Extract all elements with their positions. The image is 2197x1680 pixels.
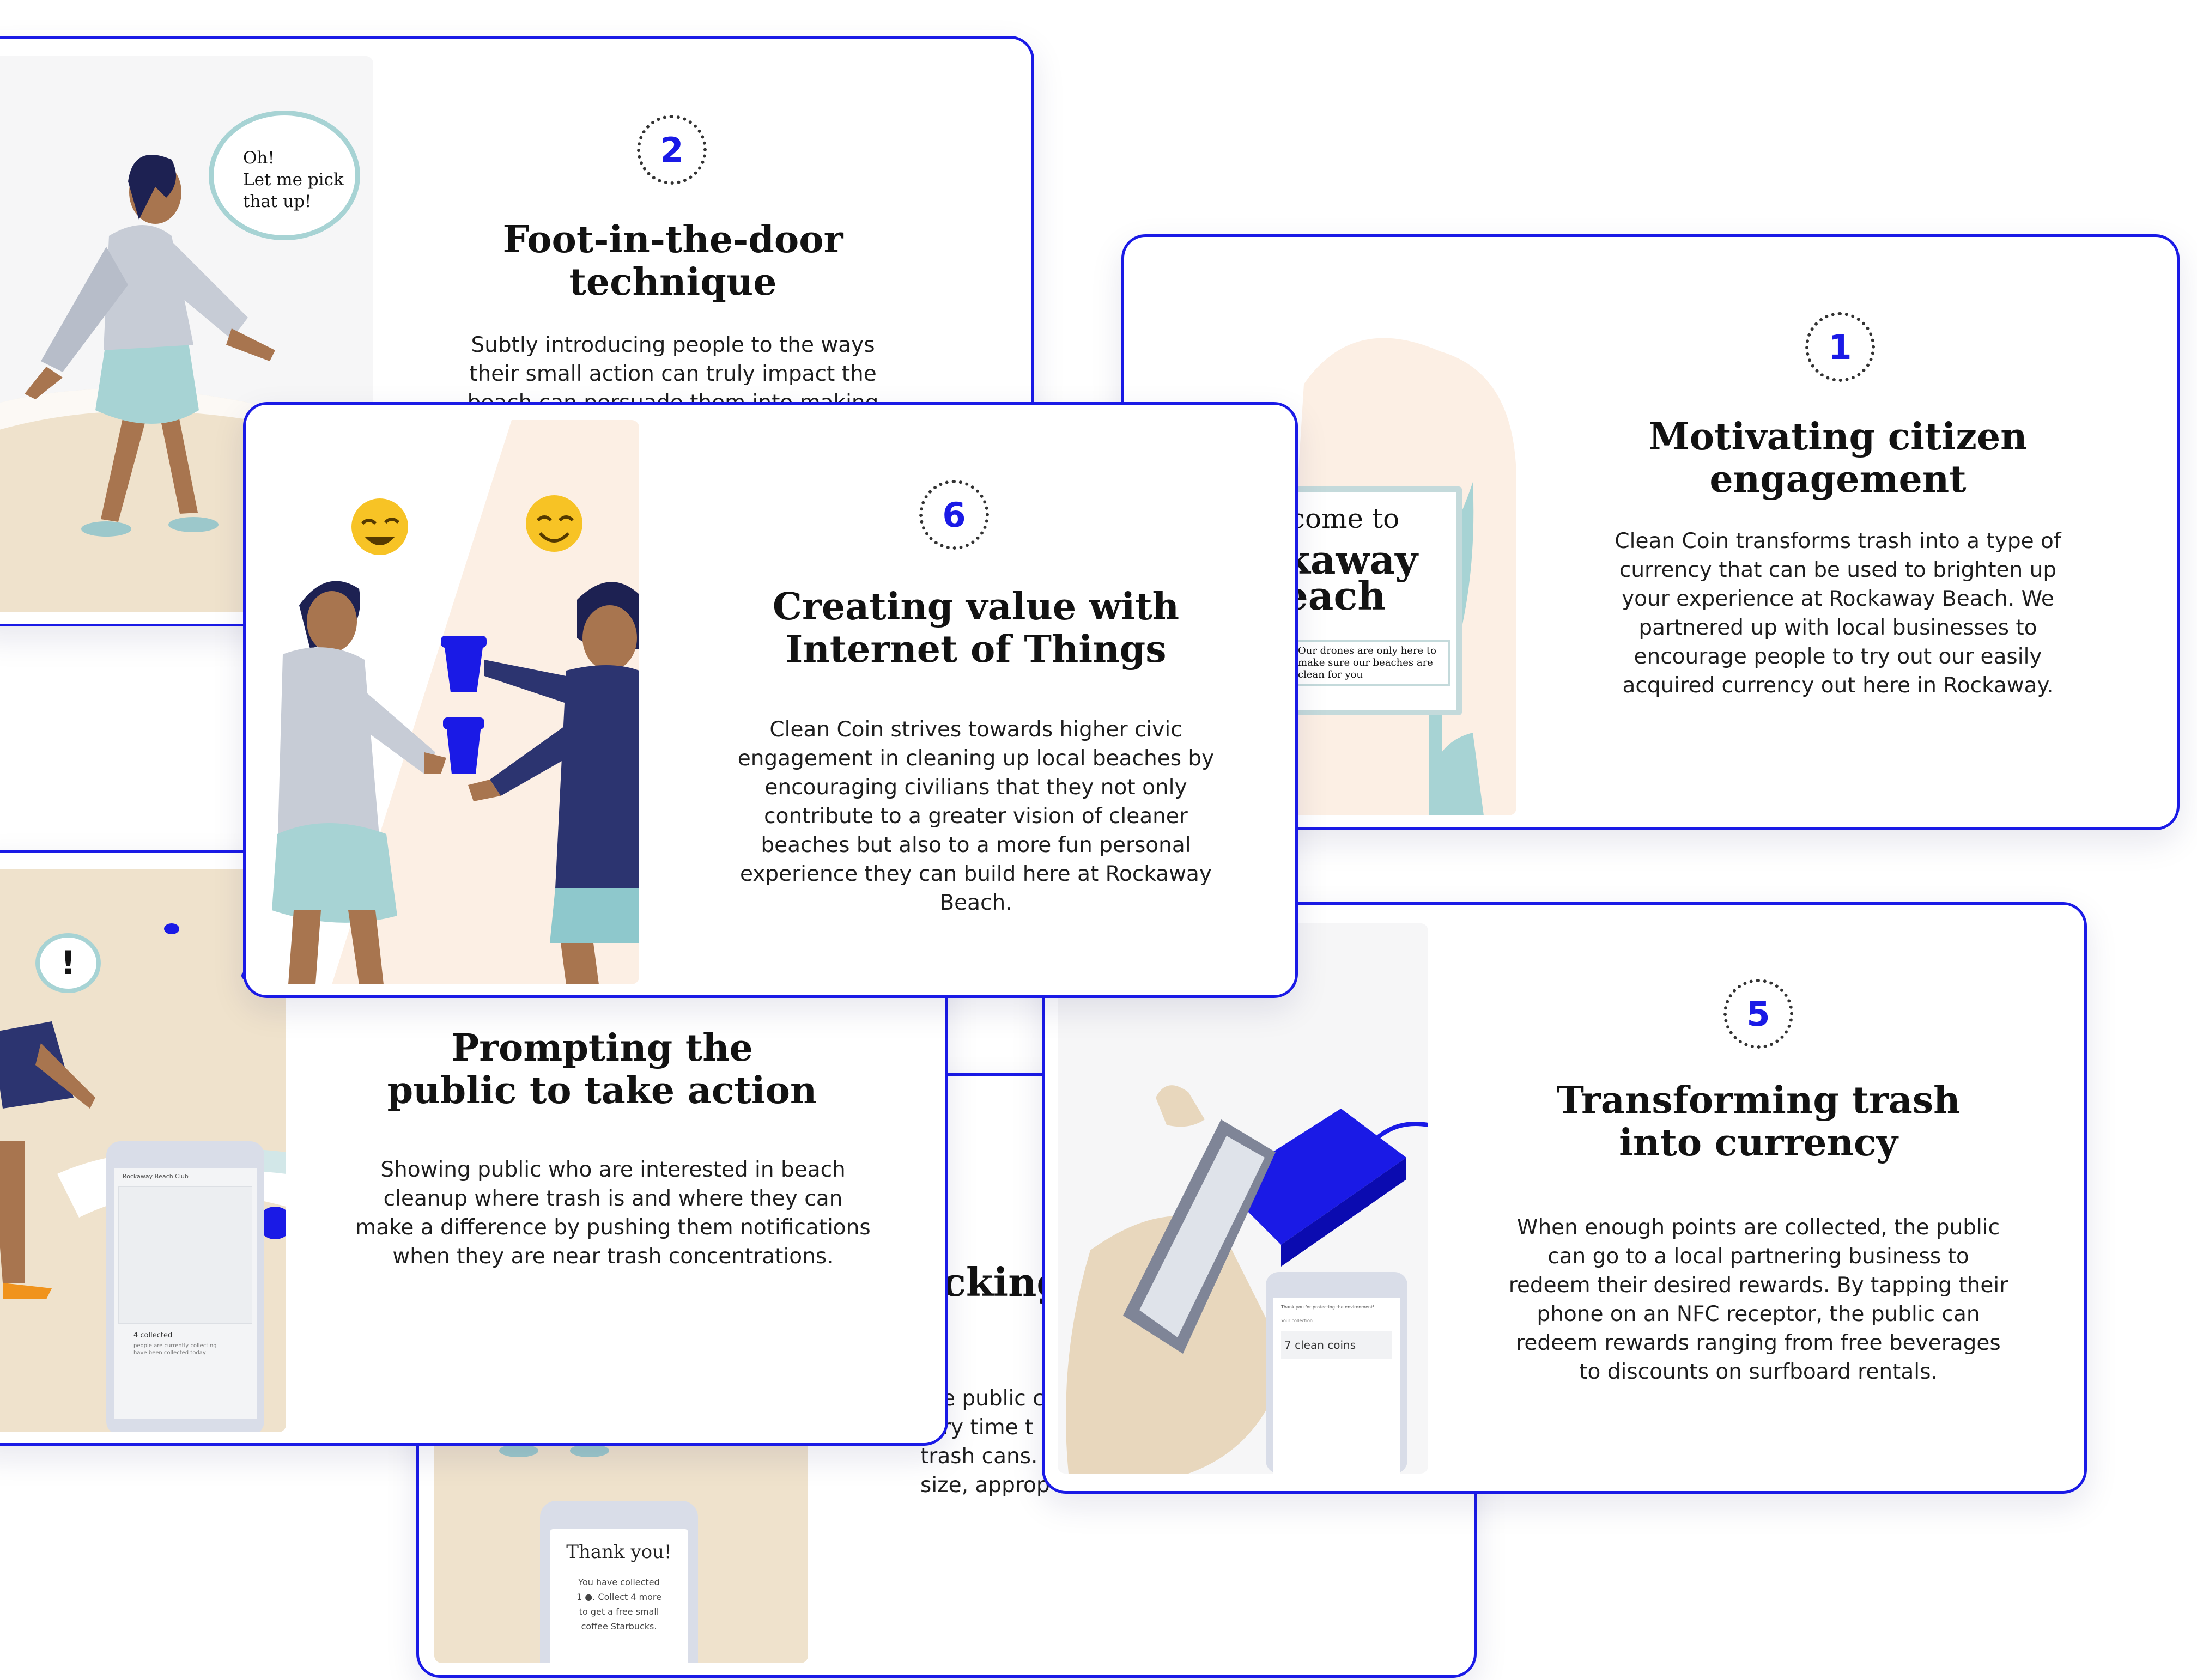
sign-line-3: each <box>1283 573 1386 619</box>
sign-small-text: Our drones are only here to make sure ou… <box>1293 640 1450 686</box>
thank-you-phone: Thank you! You have collected 1 ●. Colle… <box>540 1501 698 1663</box>
sign-line-1: come to <box>1290 503 1400 534</box>
bubble-line-2: Let me pick <box>243 170 344 190</box>
thank-you-line-2: 1 ●. Collect 4 more <box>576 1592 661 1602</box>
speech-bubble: Oh! Let me pick that up! <box>209 111 360 240</box>
thank-you-line-3: to get a free small <box>579 1606 659 1617</box>
card-5-title: Transforming trash into currency <box>1556 1079 1961 1165</box>
thank-you-line-4: coffee Starbucks. <box>581 1621 657 1632</box>
card-6-title: Creating value with Internet of Things <box>772 585 1180 671</box>
card-6: 6 Creating value with Internet of Things… <box>243 402 1298 998</box>
step-number-badge: 2 <box>637 115 707 185</box>
step-number-badge: 1 <box>1805 312 1875 382</box>
card-6-illustration <box>261 420 639 984</box>
card-1-title: Motivating citizen engagement <box>1648 415 2028 501</box>
card-4-title: Prompting the public to take action <box>387 1026 817 1112</box>
card-5-illustration: Thank you for protecting the environment… <box>1058 923 1428 1474</box>
card-5-desc: When enough points are collected, the pu… <box>1508 1215 2008 1384</box>
card-4-desc: Showing public who are interested in bea… <box>355 1158 871 1269</box>
cup-exchange-illustration <box>261 420 639 984</box>
coins-phone-sub: Your collection <box>1281 1318 1313 1323</box>
map-phone: Rockaway Beach Club 4 collected people a… <box>106 1141 264 1432</box>
map-header: Rockaway Beach Club <box>123 1173 189 1180</box>
step-number-badge: 5 <box>1723 979 1793 1049</box>
collected-label: 4 collected <box>133 1331 173 1340</box>
coins-phone-header: Thank you for protecting the environment… <box>1281 1305 1375 1310</box>
exclaim-bubble: ! <box>35 933 101 993</box>
exclaim-mark: ! <box>60 944 76 982</box>
map-area <box>118 1186 252 1324</box>
coins-box: 7 clean coins <box>1281 1331 1392 1359</box>
card-6-desc: Clean Coin strives towards higher civic … <box>737 717 1215 915</box>
stat-line-2: have been collected today <box>133 1350 206 1356</box>
bubble-line-1: Oh! <box>243 148 275 168</box>
card-2-title: Foot-in-the-door technique <box>502 218 843 304</box>
card-1-desc: Clean Coin transforms trash into a type … <box>1615 529 2061 698</box>
bubble-line-3: that up! <box>243 192 312 211</box>
thank-you-title: Thank you! <box>566 1541 672 1563</box>
coins-phone: Thank you for protecting the environment… <box>1266 1272 1407 1474</box>
stat-line-1: people are currently collecting <box>133 1343 217 1349</box>
step-number-badge: 6 <box>919 480 989 550</box>
thank-you-line-1: You have collected <box>578 1577 660 1587</box>
coins-label: 7 clean coins <box>1284 1338 1356 1352</box>
